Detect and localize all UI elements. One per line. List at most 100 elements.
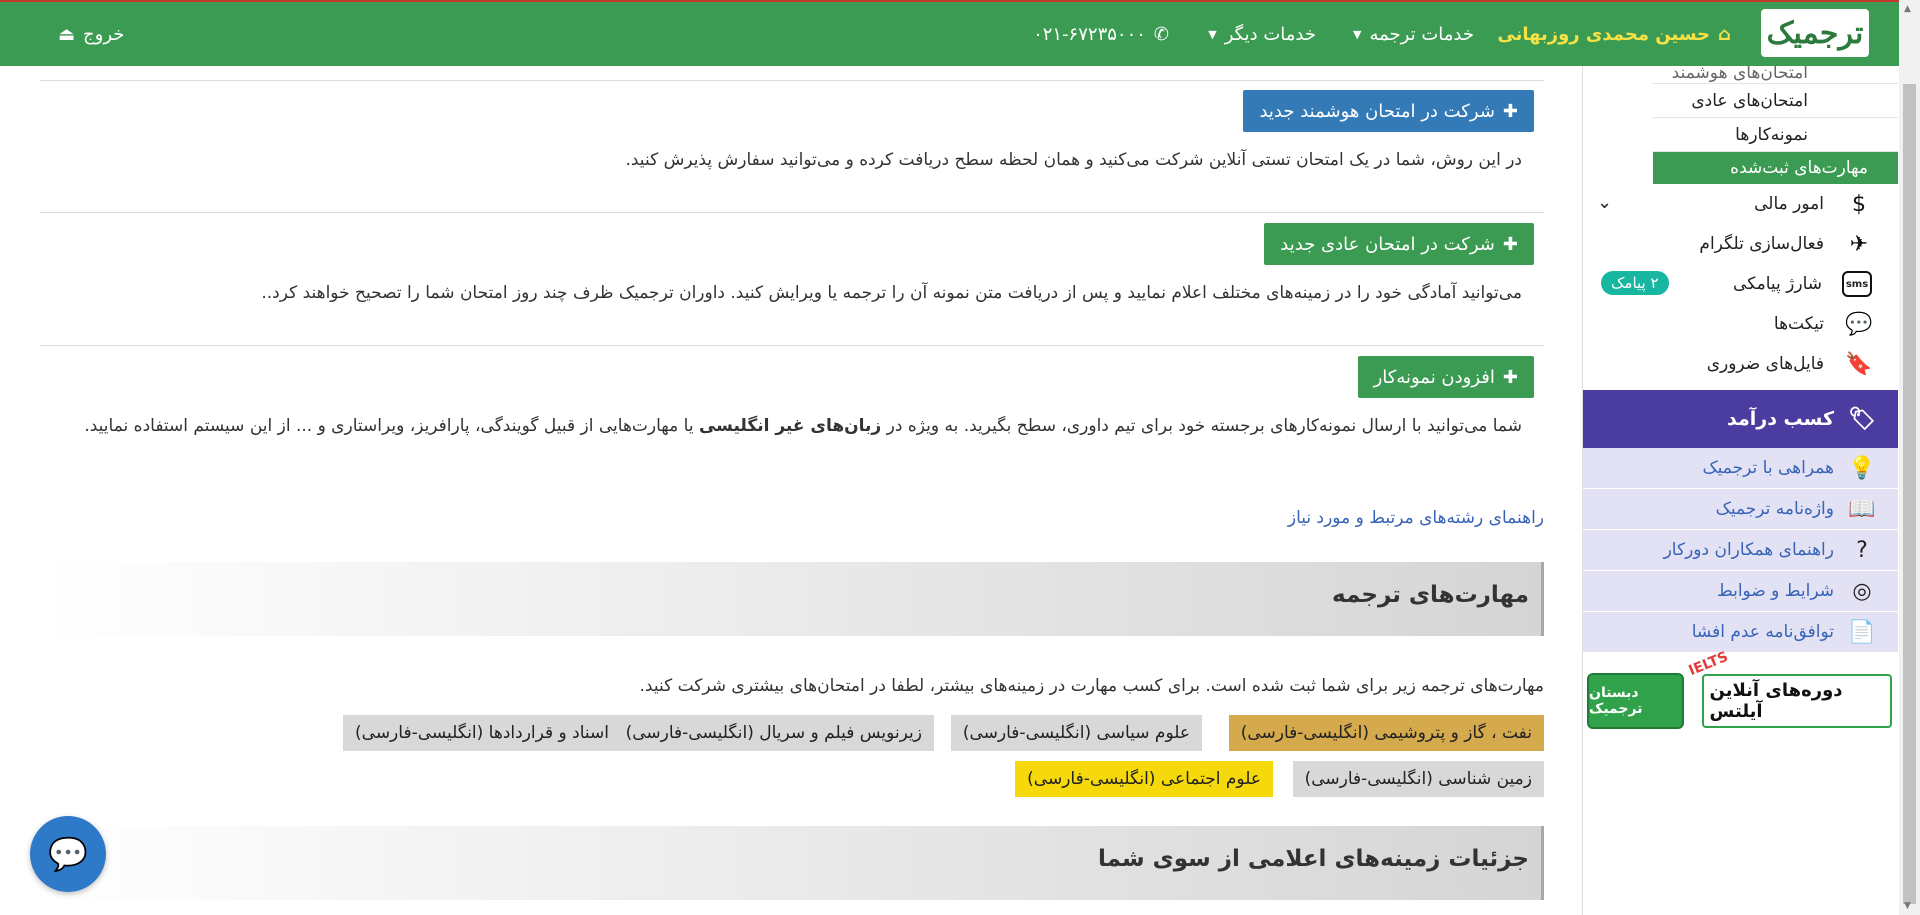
income-list: 💡 همراهی با ترجمیک 📖 واژه‌نامه ترجمیک ? …: [1583, 448, 1898, 653]
ielts-banner-text: IELTS دوره‌های آنلاین آیلتس: [1686, 649, 1892, 728]
divider: [40, 80, 1544, 81]
submenu-smart-exams[interactable]: امتحان‌های هوشمند: [1653, 66, 1898, 84]
income-item-dictionary[interactable]: 📖 واژه‌نامه ترجمیک: [1583, 489, 1898, 530]
tickets-label: تیکت‌ها: [1773, 314, 1824, 334]
normal-exam-description: می‌توانید آمادگی خود را در زمینه‌های مخت…: [261, 283, 1522, 303]
skills-section-header: مهارت‌های ترجمه: [40, 562, 1544, 636]
ielts-tag: IELTS: [1686, 648, 1731, 680]
skill-chip: علوم سیاسی (انگلیسی-فارسی): [950, 715, 1202, 751]
caret-down-icon: ▼: [1208, 27, 1217, 41]
income-item-label: شرایط و ضوابط: [1716, 581, 1834, 601]
top-navbar: ترجمیک ⌂ حسین محمدی روزبهانی خدمات ترجمه…: [0, 0, 1899, 66]
sidebar-item-finance[interactable]: $ امور مالی ⌄: [1583, 184, 1898, 224]
income-item-label: راهنمای همکاران دورکار: [1663, 540, 1834, 560]
smart-exam-description: در این روش، شما در یک امتحان تستی آنلاین…: [625, 150, 1522, 170]
divider: [40, 212, 1544, 213]
phone-icon: ✆: [1153, 23, 1169, 45]
skills-note: مهارت‌های ترجمه زیر برای شما ثبت شده است…: [639, 676, 1544, 696]
live-chat-button[interactable]: 💬: [30, 816, 106, 892]
tag-icon: 🏷: [1848, 406, 1876, 432]
right-sidebar: امتحان‌های هوشمند امتحان‌های عادی نمونه‌…: [1582, 66, 1898, 915]
services-label: خدمات ترجمه: [1369, 23, 1475, 45]
phone-label: ۰۲۱-۶۷۲۳۵۰۰۰: [1033, 23, 1146, 45]
bookmark-icon: 🔖: [1845, 351, 1873, 377]
telegram-label: فعال‌سازی تلگرام: [1699, 234, 1824, 254]
income-header-label: کسب درآمد: [1727, 408, 1835, 430]
plus-icon: ✚: [1502, 366, 1518, 388]
scroll-down-icon[interactable]: ▼: [1904, 901, 1911, 911]
logout-icon: ⏏: [58, 23, 76, 45]
page-scrollbar[interactable]: ▲ ▼: [1899, 0, 1920, 915]
translation-services-menu[interactable]: خدمات ترجمه ▼: [1353, 2, 1474, 66]
skill-chip: اسناد و قراردادها (انگلیسی-فارسی): [343, 715, 621, 751]
sms-label: شارژ پیامکی: [1733, 274, 1822, 294]
income-item-terms[interactable]: ◎ شرایط و ضوابط: [1583, 571, 1898, 612]
dictionary-icon: 📖: [1848, 496, 1876, 522]
user-name: حسین محمدی روزبهانی: [1497, 23, 1711, 45]
lightbulb-icon: 💡: [1848, 455, 1876, 481]
income-item-remote-guide[interactable]: ? راهنمای همکاران دورکار: [1583, 530, 1898, 571]
caret-down-icon: ▼: [1353, 27, 1362, 41]
skill-chip: نفت ، گاز و پتروشیمی (انگلیسی-فارسی): [1228, 715, 1544, 751]
earn-income-header[interactable]: 🏷 کسب درآمد: [1583, 390, 1898, 448]
sample-desc-bold: زبان‌های غیر انگلیسی: [698, 416, 882, 436]
sidebar-item-telegram[interactable]: ✈ فعال‌سازی تلگرام: [1583, 224, 1898, 264]
add-sample-button[interactable]: ✚ افزودن نمونه‌کار: [1357, 356, 1534, 398]
details-section-header: جزئیات زمینه‌های اعلامی از سوی شما: [40, 826, 1544, 900]
paper-plane-icon: ✈: [1849, 231, 1869, 257]
normal-exam-button[interactable]: ✚ شرکت در امتحان عادی جدید: [1264, 223, 1534, 265]
sidebar-item-sms[interactable]: sms شارژ پیامکی ۲ پیامک: [1583, 264, 1898, 304]
ielts-banner-label: دوره‌های آنلاین آیلتس: [1709, 680, 1843, 722]
home-icon: ⌂: [1718, 23, 1731, 45]
income-item-label: واژه‌نامه ترجمیک: [1715, 499, 1834, 519]
details-title: جزئیات زمینه‌های اعلامی از سوی شما: [1097, 846, 1529, 872]
chevron-down-icon: ⌄: [1597, 192, 1613, 213]
sample-desc-part: یا مهارت‌هایی از قبیل گویندگی، پارافریز،…: [84, 416, 699, 436]
chat-bubbles-icon: 💬: [1845, 311, 1873, 337]
other-services-menu[interactable]: خدمات دیگر ▼: [1208, 2, 1316, 66]
files-label: فایل‌های ضروری: [1706, 354, 1824, 374]
skill-chip: زیرنویس فیلم و سریال (انگلیسی-فارسی): [613, 715, 934, 751]
school-logo: دبستان ترجمیک: [1587, 673, 1684, 729]
sample-desc-part: شما می‌توانید با ارسال نمونه‌کارهای برجس…: [881, 416, 1522, 436]
skill-chip: علوم اجتماعی (انگلیسی-فارسی): [1015, 761, 1273, 797]
smart-exam-label: شرکت در امتحان هوشمند جدید: [1259, 100, 1495, 122]
ielts-course-banner[interactable]: دبستان ترجمیک IELTS دوره‌های آنلاین آیلت…: [1587, 649, 1892, 731]
sidebar-item-files[interactable]: 🔖 فایل‌های ضروری: [1583, 344, 1898, 384]
fields-guide-link[interactable]: راهنمای رشته‌های مرتبط و مورد نیاز: [1288, 508, 1544, 528]
question-icon: ?: [1856, 537, 1868, 563]
chat-icon: 💬: [48, 835, 88, 873]
plus-icon: ✚: [1502, 100, 1518, 122]
sms-icon: sms: [1842, 271, 1872, 297]
scroll-up-icon[interactable]: ▲: [1904, 4, 1911, 14]
user-menu[interactable]: ⌂ حسین محمدی روزبهانی: [1497, 2, 1731, 66]
logout-label: خروج: [83, 23, 125, 45]
income-item-label: توافق‌نامه عدم افشا: [1691, 622, 1834, 642]
divider: [40, 345, 1544, 346]
submenu-samples[interactable]: نمونه‌کارها: [1653, 118, 1898, 152]
submenu-normal-exams[interactable]: امتحان‌های عادی: [1653, 84, 1898, 118]
brand-logo[interactable]: ترجمیک: [1761, 9, 1869, 57]
skill-chip: زمین شناسی (انگلیسی-فارسی): [1292, 761, 1544, 797]
smart-exam-button[interactable]: ✚ شرکت در امتحان هوشمند جدید: [1243, 90, 1534, 132]
add-sample-label: افزودن نمونه‌کار: [1373, 366, 1495, 388]
plus-icon: ✚: [1502, 233, 1518, 255]
sidebar-item-tickets[interactable]: 💬 تیکت‌ها: [1583, 304, 1898, 344]
document-icon: 📄: [1848, 619, 1876, 645]
phone-number[interactable]: ✆ ۰۲۱-۶۷۲۳۵۰۰۰: [1033, 2, 1169, 66]
income-item-companion[interactable]: 💡 همراهی با ترجمیک: [1583, 448, 1898, 489]
fingerprint-icon: ◎: [1852, 578, 1872, 604]
main-content: ✚ شرکت در امتحان هوشمند جدید در این روش،…: [40, 66, 1544, 915]
submenu-registered-skills[interactable]: مهارت‌های ثبت‌شده: [1653, 152, 1898, 184]
sms-count-badge: ۲ پیامک: [1601, 271, 1669, 295]
logout-link[interactable]: خروج ⏏: [58, 2, 124, 66]
sample-description: شما می‌توانید با ارسال نمونه‌کارهای برجس…: [84, 416, 1522, 436]
skills-title: مهارت‌های ترجمه: [1332, 582, 1529, 608]
income-item-label: همراهی با ترجمیک: [1702, 458, 1834, 478]
scrollbar-thumb[interactable]: [1903, 84, 1916, 904]
dollar-icon: $: [1852, 191, 1866, 217]
finance-label: امور مالی: [1754, 194, 1824, 214]
other-services-label: خدمات دیگر: [1224, 23, 1316, 45]
normal-exam-label: شرکت در امتحان عادی جدید: [1280, 233, 1495, 255]
income-item-nda[interactable]: 📄 توافق‌نامه عدم افشا: [1583, 612, 1898, 653]
